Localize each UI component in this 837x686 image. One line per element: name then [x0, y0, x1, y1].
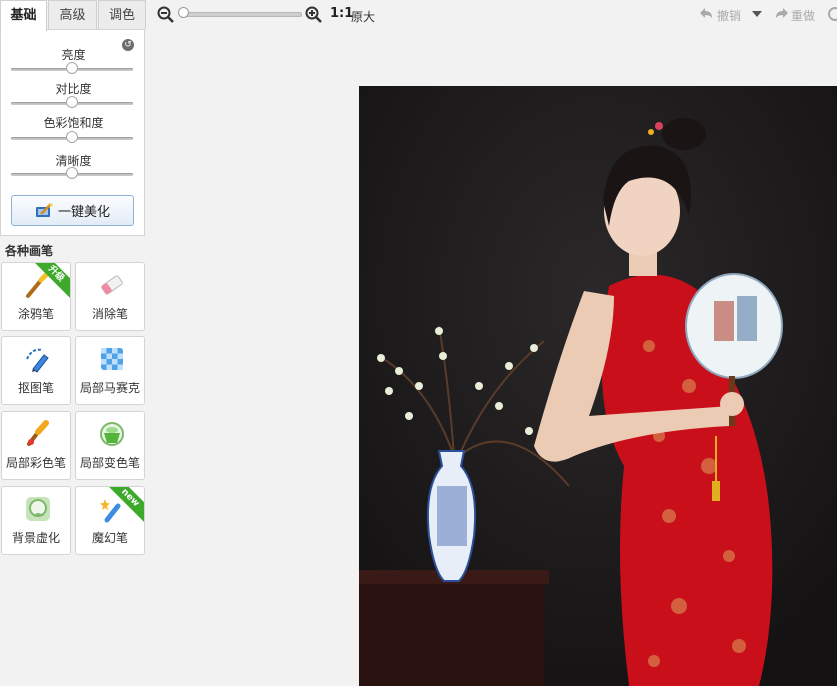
undo-button[interactable]: 撤销	[717, 7, 741, 24]
zoom-slider[interactable]	[181, 12, 302, 17]
local-color-pen-label: 局部彩色笔	[5, 456, 66, 470]
eraser-pen-button[interactable]: 消除笔	[75, 262, 145, 331]
left-panel: 基础 高级 调色 ↺ 亮度 对比度 色彩饱和度 清晰度 一键美化 各种画笔 升级…	[0, 0, 146, 686]
tab-basic[interactable]: 基础	[0, 0, 47, 31]
tab-bar: 基础 高级 调色	[0, 0, 146, 31]
zoom-in-icon[interactable]	[305, 6, 322, 23]
actual-size-button[interactable]: 原大	[351, 8, 375, 25]
doodle-pen-label: 涂鸦笔	[17, 307, 54, 321]
adjustment-panel: ↺ 亮度 对比度 色彩饱和度 清晰度 一键美化	[0, 29, 145, 236]
zoom-out-icon[interactable]	[157, 6, 174, 23]
zoom-slider-knob[interactable]	[178, 7, 189, 18]
rotate-icon[interactable]	[828, 7, 837, 21]
local-color-change-button[interactable]: 局部变色笔	[75, 411, 145, 480]
magic-pen-button[interactable]: new 魔幻笔	[75, 486, 145, 555]
mosaic-icon	[101, 348, 123, 370]
brightness-slider[interactable]	[11, 62, 133, 74]
eraser-icon	[101, 275, 123, 295]
saturation-slider[interactable]	[11, 131, 133, 143]
color-brush-icon	[27, 420, 49, 446]
undo-icon[interactable]	[700, 7, 714, 21]
cutout-pen-label: 抠图笔	[17, 381, 54, 395]
contrast-slider-knob[interactable]	[66, 96, 78, 108]
sharpness-slider-knob[interactable]	[66, 167, 78, 179]
brushes-section-title: 各种画笔	[5, 244, 54, 258]
eraser-pen-label: 消除笔	[91, 307, 128, 321]
background-blur-button[interactable]: 背景虚化	[1, 486, 71, 555]
cutout-pen-button[interactable]: 抠图笔	[1, 336, 71, 405]
redo-icon[interactable]	[774, 7, 788, 21]
doodle-pen-button[interactable]: 升级 涂鸦笔	[1, 262, 71, 331]
background-blur-label: 背景虚化	[11, 531, 60, 545]
tab-advanced[interactable]: 高级	[48, 0, 97, 29]
one-click-beautify-label: 一键美化	[57, 205, 110, 220]
background-blur-icon	[26, 497, 50, 521]
redo-button[interactable]: 重做	[791, 7, 815, 24]
local-color-change-label: 局部变色笔	[79, 456, 140, 470]
brightness-label: 亮度	[61, 48, 86, 62]
chevron-down-icon[interactable]	[752, 11, 762, 18]
contrast-slider[interactable]	[11, 96, 133, 108]
tab-color-grading[interactable]: 调色	[98, 0, 146, 29]
cutout-pen-icon	[26, 348, 49, 373]
color-change-icon	[100, 422, 124, 446]
sharpness-slider[interactable]	[11, 167, 133, 179]
actual-size-ratio[interactable]: 1:1	[330, 6, 353, 21]
one-click-beautify-button[interactable]: 一键美化	[11, 195, 134, 226]
brightness-slider-knob[interactable]	[66, 62, 78, 74]
contrast-label: 对比度	[55, 82, 92, 96]
photo-canvas[interactable]	[359, 86, 837, 686]
local-color-pen-button[interactable]: 局部彩色笔	[1, 411, 71, 480]
saturation-slider-knob[interactable]	[66, 131, 78, 143]
magic-wand-icon	[35, 202, 53, 217]
saturation-label: 色彩饱和度	[43, 116, 104, 130]
photo-woman-in-qipao	[359, 86, 837, 686]
local-mosaic-label: 局部马赛克	[79, 381, 140, 395]
local-mosaic-button[interactable]: 局部马赛克	[75, 336, 145, 405]
magic-pen-label: 魔幻笔	[91, 531, 128, 545]
